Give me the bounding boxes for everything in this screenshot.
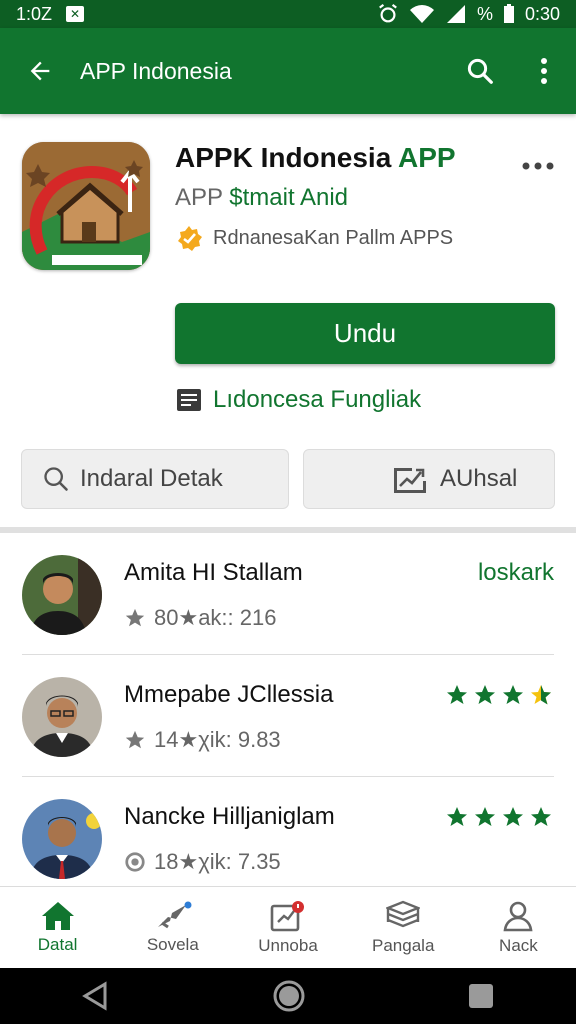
star-icon (125, 608, 145, 627)
nav-item-nack[interactable]: Nack (461, 887, 576, 968)
update-icon (270, 900, 304, 931)
reviewer-name: Nancke Hilljaniglam (124, 803, 335, 830)
avatar (22, 799, 102, 879)
search-button[interactable] (448, 28, 512, 114)
badge-icon (178, 226, 202, 251)
star-icon (447, 685, 467, 704)
nav-item-datal[interactable]: Datal (0, 887, 115, 968)
developer-prefix: APP (175, 184, 223, 211)
bottom-navigation: Datal Sovela Unnoba Pangala Nack (0, 886, 576, 968)
review-meta-text: 18★χik: 7.35 (154, 849, 281, 874)
document-icon (177, 389, 201, 411)
nav-item-unnoba[interactable]: Unnoba (230, 887, 345, 968)
app-more-button[interactable] (516, 152, 560, 180)
signal-percent: % (476, 3, 493, 24)
reviewer-name: Amita HI Stallam (124, 559, 303, 586)
app-bar: APP Indonesia (0, 28, 576, 114)
system-navigation-bar (0, 968, 576, 1024)
search-icon (44, 467, 68, 491)
review-meta-text: 80★ak:: 216 (154, 605, 277, 630)
app-header: APPK Indonesia APP APP $tmait Anid Rdnan… (0, 114, 576, 524)
review-meta: 14★χik: 9.83 (124, 727, 281, 753)
library-icon (386, 900, 421, 927)
badge-text: RdnanesaKan Pallm APPS (213, 226, 454, 249)
star-icon (125, 730, 145, 749)
star-icon (475, 807, 495, 826)
person-icon (503, 901, 533, 931)
signal-icon (446, 5, 465, 23)
review-row[interactable]: Amita HI Stallam 80★ak:: 216 loskark (22, 533, 554, 655)
notification-icon: ✕ (66, 6, 85, 22)
reviewer-name: Mmepabe JCllessia (124, 681, 334, 708)
avatar (22, 677, 102, 757)
back-triangle-icon[interactable] (81, 981, 111, 1011)
analytics-chip-label: AUhsal (440, 465, 518, 492)
developer-line: APP $tmait Anid (175, 184, 348, 212)
nav-label: Pangala (372, 935, 435, 955)
battery-icon (503, 4, 514, 23)
star-icon (531, 807, 551, 826)
star-icon (503, 685, 523, 704)
star-half-icon (531, 685, 551, 705)
analytics-chip[interactable]: AUhsal (303, 449, 555, 509)
nav-label: Nack (499, 935, 538, 955)
home-circle-icon[interactable] (272, 979, 306, 1013)
app-name-accent: APP (398, 142, 456, 173)
battery-time: 0:30 (524, 3, 560, 24)
arrow-back-icon (30, 61, 50, 81)
app-title: APPK Indonesia APP (175, 142, 456, 174)
app-logo (22, 142, 150, 270)
status-bar: 1:0Z ✕ % 0:30 (0, 0, 576, 28)
review-action-link[interactable]: loskark (478, 559, 554, 587)
search-icon (467, 58, 493, 84)
rating-stars (444, 683, 554, 707)
more-horiz-icon (522, 162, 554, 170)
nav-label: Datal (37, 934, 78, 954)
reviews-list: Amita HI Stallam 80★ak:: 216 loskark Mme… (0, 533, 576, 899)
review-meta: 18★χik: 7.35 (124, 849, 281, 875)
more-vert-icon (541, 58, 547, 84)
rating-stars (444, 805, 554, 829)
documentation-label: Lıdoncesa Fungliak (213, 386, 422, 413)
star-icon (447, 807, 467, 826)
home-icon (41, 901, 74, 930)
location-dot-icon (125, 852, 145, 872)
review-meta: 80★ak:: 216 (124, 605, 276, 631)
overflow-menu-button[interactable] (512, 28, 576, 114)
nav-label: Sovela (146, 934, 199, 954)
app-bar-title: APP Indonesia (80, 57, 232, 84)
avatar (22, 555, 102, 635)
recents-square-icon[interactable] (467, 982, 495, 1010)
back-button[interactable] (0, 28, 80, 114)
review-row[interactable]: Nancke Hilljaniglam 18★χik: 7.35 (22, 777, 554, 899)
star-icon (503, 807, 523, 826)
details-chip[interactable]: Indaral Detak (21, 449, 289, 509)
details-chip-label: Indaral Detak (80, 465, 223, 492)
install-button[interactable]: Undu (175, 303, 555, 364)
review-meta-text: 14★χik: 9.83 (154, 727, 281, 752)
star-icon (475, 685, 495, 704)
review-row[interactable]: Mmepabe JCllessia 14★χik: 9.83 (22, 655, 554, 777)
rocket-icon (157, 901, 192, 928)
nav-item-sovela[interactable]: Sovela (115, 887, 230, 968)
nav-item-pangala[interactable]: Pangala (346, 887, 461, 968)
documentation-link[interactable]: Lıdoncesa Fungliak (175, 386, 421, 414)
app-name: APPK Indonesia (175, 142, 392, 173)
chart-icon (394, 468, 426, 493)
developer-link[interactable]: $tmait Anid (229, 184, 348, 211)
app-badge: RdnanesaKan Pallm APPS (175, 224, 453, 252)
nav-label: Unnoba (258, 935, 318, 955)
status-time: 1:0Z (16, 3, 53, 24)
alarm-icon (379, 3, 397, 23)
wifi-icon (409, 5, 434, 23)
